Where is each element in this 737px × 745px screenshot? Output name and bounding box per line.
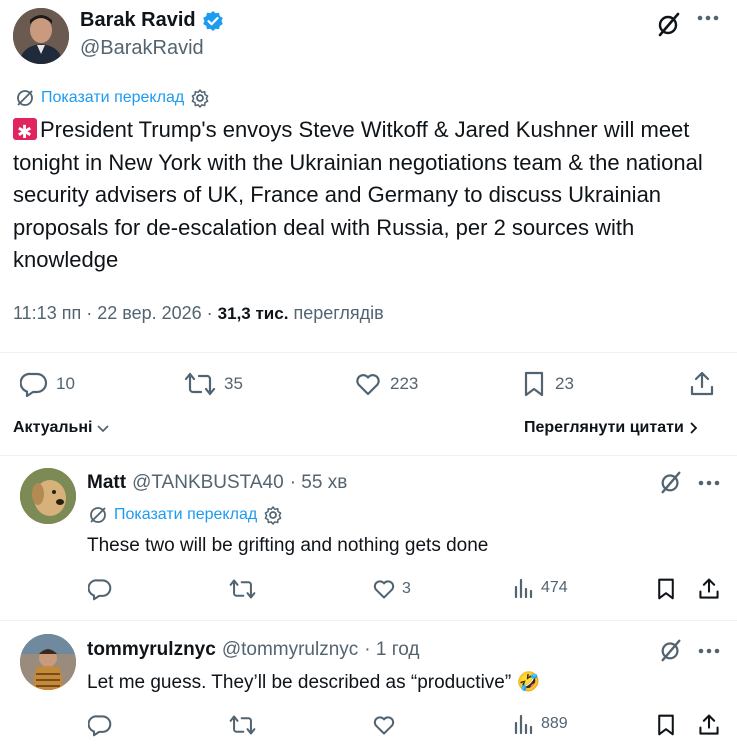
reply-button[interactable]: 10	[20, 370, 75, 398]
show-translation-link[interactable]: Показати переклад	[114, 506, 257, 524]
reply-time[interactable]: · 55 хв	[290, 472, 348, 494]
reply-icon	[88, 577, 112, 601]
divider	[0, 352, 737, 353]
bookmark-button[interactable]: 23	[521, 370, 574, 398]
analytics-icon	[513, 713, 535, 735]
author-handle[interactable]: @BarakRavid	[80, 37, 204, 60]
reply-icon	[88, 713, 112, 737]
author-avatar[interactable]	[13, 8, 69, 64]
reply-header: Matt @TANKBUSTA40 · 55 хв	[87, 472, 347, 494]
share-icon	[688, 370, 716, 398]
reply-avatar[interactable]	[20, 468, 76, 524]
views-count: 889	[541, 715, 568, 732]
share-icon	[697, 713, 721, 737]
view-quotes-label: Переглянути цитати	[524, 419, 684, 436]
views-count: 474	[541, 579, 568, 596]
tweet-text: President Trump's envoys Steve Witkoff &…	[13, 114, 728, 277]
translate-row: Показати переклад	[15, 88, 210, 108]
view-quotes-link[interactable]: Переглянути цитати	[524, 419, 700, 437]
bookmark-button[interactable]	[655, 577, 677, 601]
tweet-body: President Trump's envoys Steve Witkoff &…	[13, 117, 703, 272]
bookmark-button[interactable]	[655, 713, 677, 737]
reply-avatar[interactable]	[20, 634, 76, 690]
translate-icon	[15, 88, 35, 108]
reply-item[interactable]: tommyrulznyc @tommyrulznyc · 1 год Let m…	[0, 621, 737, 745]
reply-item[interactable]: Matt @TANKBUSTA40 · 55 хв Показати перек…	[0, 456, 737, 618]
like-button[interactable]: 3	[372, 577, 411, 601]
reply-author-handle[interactable]: @tommyrulznyc	[222, 639, 358, 661]
share-button[interactable]	[697, 577, 721, 601]
heart-icon	[354, 370, 382, 398]
author-name-text[interactable]: Barak Ravid	[80, 9, 196, 32]
repost-count: 35	[224, 374, 243, 393]
tweet-meta: 11:13 пп · 22 вер. 2026 · 31,3 тис. пере…	[13, 303, 384, 324]
more-options-icon[interactable]	[698, 479, 720, 487]
views-button[interactable]: 889	[513, 713, 568, 735]
reply-count: 10	[56, 374, 75, 393]
reply-header: tommyrulznyc @tommyrulznyc · 1 год	[87, 639, 420, 661]
translation-settings-icon[interactable]	[263, 505, 283, 525]
repost-icon	[229, 713, 256, 737]
repost-button[interactable]	[229, 713, 256, 737]
reply-author-name[interactable]: tommyrulznyc	[87, 639, 216, 661]
reply-text: These two will be grifting and nothing g…	[87, 535, 489, 556]
more-options-icon[interactable]	[698, 647, 720, 655]
bookmark-icon	[655, 577, 677, 601]
translate-icon	[88, 505, 108, 525]
more-options-icon[interactable]	[697, 14, 719, 22]
reply-author-name[interactable]: Matt	[87, 472, 126, 494]
views-label: переглядів	[293, 303, 384, 323]
heart-icon	[372, 713, 396, 737]
bookmark-icon	[521, 370, 547, 398]
views-button[interactable]: 474	[513, 577, 568, 599]
grok-icon[interactable]	[659, 638, 683, 662]
like-count: 3	[402, 580, 411, 597]
like-count: 223	[390, 374, 419, 393]
show-translation-link[interactable]: Показати переклад	[41, 89, 184, 107]
reply-icon	[20, 370, 48, 398]
sort-dropdown[interactable]: Актуальні	[13, 419, 111, 437]
chevron-right-icon	[688, 420, 700, 436]
siren-emoji-icon	[13, 116, 37, 149]
like-button[interactable]	[372, 713, 396, 737]
share-button[interactable]	[697, 713, 721, 737]
reply-time[interactable]: · 1 год	[364, 639, 419, 661]
main-tweet: Barak Ravid @BarakRavid Показати перекла…	[0, 0, 737, 460]
bookmark-icon	[655, 713, 677, 737]
bookmark-count: 23	[555, 374, 574, 393]
repost-button[interactable]: 35	[184, 370, 243, 398]
translate-row: Показати переклад	[88, 505, 283, 525]
reply-author-handle[interactable]: @TANKBUSTA40	[132, 472, 284, 494]
verified-badge-icon	[202, 10, 224, 32]
sort-label: Актуальні	[13, 419, 93, 436]
tweet-timestamp[interactable]: 11:13 пп · 22 вер. 2026 ·	[13, 303, 213, 323]
like-button[interactable]: 223	[354, 370, 418, 398]
chevron-down-icon	[95, 420, 111, 436]
repost-button[interactable]	[229, 577, 256, 601]
analytics-icon	[513, 577, 535, 599]
share-icon	[697, 577, 721, 601]
grok-icon[interactable]	[659, 470, 683, 494]
author-name[interactable]: Barak Ravid	[80, 9, 224, 32]
repost-icon	[229, 577, 256, 601]
views-count: 31,3 тис.	[217, 304, 289, 323]
repost-icon	[184, 370, 216, 398]
share-button[interactable]	[688, 370, 716, 398]
reply-text: Let me guess. They’ll be described as “p…	[87, 672, 541, 693]
reply-button[interactable]	[88, 713, 112, 737]
reply-button[interactable]	[88, 577, 112, 601]
heart-icon	[372, 577, 396, 601]
translation-settings-icon[interactable]	[190, 88, 210, 108]
grok-icon[interactable]	[656, 11, 682, 37]
